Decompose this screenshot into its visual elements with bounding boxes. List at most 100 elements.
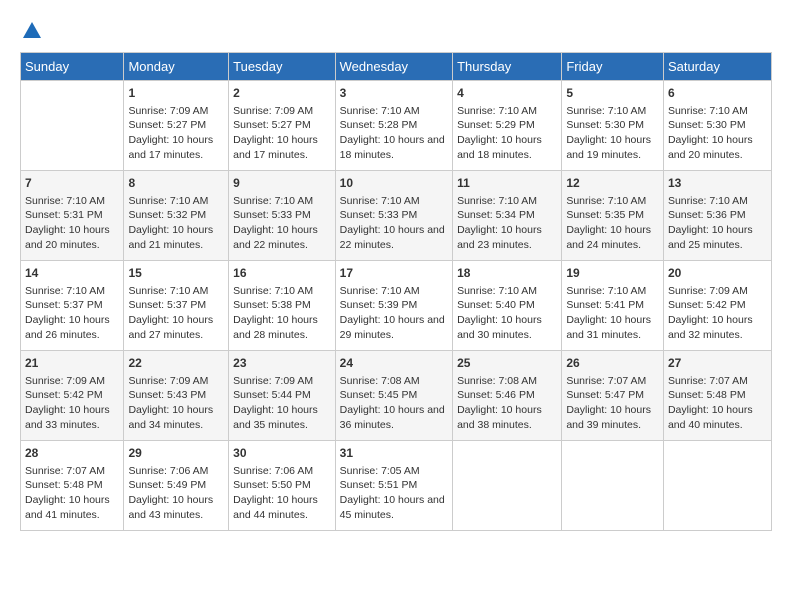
day-number: 5: [566, 85, 659, 102]
day-info: Sunrise: 7:10 AMSunset: 5:37 PMDaylight:…: [128, 284, 224, 343]
calendar-week-row: 21 Sunrise: 7:09 AMSunset: 5:42 PMDayligh…: [21, 351, 772, 441]
day-info: Sunrise: 7:07 AMSunset: 5:48 PMDaylight:…: [25, 464, 119, 523]
day-info: Sunrise: 7:09 AMSunset: 5:42 PMDaylight:…: [25, 374, 119, 433]
day-info: Sunrise: 7:09 AMSunset: 5:44 PMDaylight:…: [233, 374, 331, 433]
calendar-cell: 6 Sunrise: 7:10 AMSunset: 5:30 PMDaylight…: [663, 81, 771, 171]
day-info: Sunrise: 7:10 AMSunset: 5:30 PMDaylight:…: [566, 104, 659, 163]
day-info: Sunrise: 7:09 AMSunset: 5:27 PMDaylight:…: [233, 104, 331, 163]
day-number: 1: [128, 85, 224, 102]
day-number: 15: [128, 265, 224, 282]
calendar-cell: 16 Sunrise: 7:10 AMSunset: 5:38 PMDayligh…: [229, 261, 336, 351]
day-number: 26: [566, 355, 659, 372]
calendar-cell: 5 Sunrise: 7:10 AMSunset: 5:30 PMDaylight…: [562, 81, 664, 171]
day-info: Sunrise: 7:10 AMSunset: 5:31 PMDaylight:…: [25, 194, 119, 253]
calendar-table: SundayMondayTuesdayWednesdayThursdayFrid…: [20, 52, 772, 531]
day-info: Sunrise: 7:09 AMSunset: 5:43 PMDaylight:…: [128, 374, 224, 433]
column-header-tuesday: Tuesday: [229, 53, 336, 81]
day-number: 14: [25, 265, 119, 282]
day-info: Sunrise: 7:10 AMSunset: 5:36 PMDaylight:…: [668, 194, 767, 253]
calendar-cell: 25Sunrise: 7:08 AMSunset: 5:46 PMDayligh…: [453, 351, 562, 441]
day-info: Sunrise: 7:10 AMSunset: 5:38 PMDaylight:…: [233, 284, 331, 343]
day-number: 25: [457, 355, 557, 372]
calendar-cell: 23 Sunrise: 7:09 AMSunset: 5:44 PMDayligh…: [229, 351, 336, 441]
day-number: 12: [566, 175, 659, 192]
day-info: Sunrise: 7:10 AMSunset: 5:32 PMDaylight:…: [128, 194, 224, 253]
day-number: 21: [25, 355, 119, 372]
page-header: [20, 20, 772, 42]
day-info: Sunrise: 7:10 AMSunset: 5:39 PMDaylight:…: [340, 284, 448, 343]
calendar-week-row: 14 Sunrise: 7:10 AMSunset: 5:37 PMDayligh…: [21, 261, 772, 351]
calendar-cell: 10Sunrise: 7:10 AMSunset: 5:33 PMDayligh…: [335, 171, 452, 261]
calendar-week-row: 28 Sunrise: 7:07 AMSunset: 5:48 PMDayligh…: [21, 441, 772, 531]
day-info: Sunrise: 7:10 AMSunset: 5:34 PMDaylight:…: [457, 194, 557, 253]
calendar-cell: 15 Sunrise: 7:10 AMSunset: 5:37 PMDayligh…: [124, 261, 229, 351]
day-info: Sunrise: 7:08 AMSunset: 5:45 PMDaylight:…: [340, 374, 448, 433]
calendar-cell: 22Sunrise: 7:09 AMSunset: 5:43 PMDayligh…: [124, 351, 229, 441]
day-info: Sunrise: 7:05 AMSunset: 5:51 PMDaylight:…: [340, 464, 448, 523]
calendar-cell: 24 Sunrise: 7:08 AMSunset: 5:45 PMDayligh…: [335, 351, 452, 441]
day-info: Sunrise: 7:09 AMSunset: 5:27 PMDaylight:…: [128, 104, 224, 163]
day-number: 23: [233, 355, 331, 372]
calendar-header-row: SundayMondayTuesdayWednesdayThursdayFrid…: [21, 53, 772, 81]
column-header-sunday: Sunday: [21, 53, 124, 81]
day-number: 27: [668, 355, 767, 372]
day-number: 8: [128, 175, 224, 192]
calendar-cell: [453, 441, 562, 531]
calendar-cell: 28 Sunrise: 7:07 AMSunset: 5:48 PMDayligh…: [21, 441, 124, 531]
calendar-cell: 9Sunrise: 7:10 AMSunset: 5:33 PMDaylight…: [229, 171, 336, 261]
day-number: 6: [668, 85, 767, 102]
day-number: 20: [668, 265, 767, 282]
day-info: Sunrise: 7:10 AMSunset: 5:28 PMDaylight:…: [340, 104, 448, 163]
day-number: 4: [457, 85, 557, 102]
column-header-friday: Friday: [562, 53, 664, 81]
day-info: Sunrise: 7:10 AMSunset: 5:30 PMDaylight:…: [668, 104, 767, 163]
logo-icon: [21, 20, 43, 42]
calendar-cell: 1 Sunrise: 7:09 AMSunset: 5:27 PMDaylight…: [124, 81, 229, 171]
logo: [20, 20, 44, 42]
calendar-cell: 4 Sunrise: 7:10 AMSunset: 5:29 PMDaylight…: [453, 81, 562, 171]
column-header-monday: Monday: [124, 53, 229, 81]
calendar-cell: 8 Sunrise: 7:10 AMSunset: 5:32 PMDaylight…: [124, 171, 229, 261]
calendar-cell: [663, 441, 771, 531]
day-info: Sunrise: 7:06 AMSunset: 5:49 PMDaylight:…: [128, 464, 224, 523]
day-info: Sunrise: 7:09 AMSunset: 5:42 PMDaylight:…: [668, 284, 767, 343]
column-header-wednesday: Wednesday: [335, 53, 452, 81]
day-number: 13: [668, 175, 767, 192]
calendar-cell: 17 Sunrise: 7:10 AMSunset: 5:39 PMDayligh…: [335, 261, 452, 351]
calendar-cell: 30Sunrise: 7:06 AMSunset: 5:50 PMDayligh…: [229, 441, 336, 531]
calendar-cell: 12Sunrise: 7:10 AMSunset: 5:35 PMDayligh…: [562, 171, 664, 261]
day-number: 9: [233, 175, 331, 192]
calendar-cell: 26 Sunrise: 7:07 AMSunset: 5:47 PMDayligh…: [562, 351, 664, 441]
day-number: 29: [128, 445, 224, 462]
calendar-cell: 20 Sunrise: 7:09 AMSunset: 5:42 PMDayligh…: [663, 261, 771, 351]
calendar-cell: 14Sunrise: 7:10 AMSunset: 5:37 PMDayligh…: [21, 261, 124, 351]
day-number: 31: [340, 445, 448, 462]
day-number: 19: [566, 265, 659, 282]
day-info: Sunrise: 7:07 AMSunset: 5:47 PMDaylight:…: [566, 374, 659, 433]
day-number: 16: [233, 265, 331, 282]
calendar-cell: 2 Sunrise: 7:09 AMSunset: 5:27 PMDaylight…: [229, 81, 336, 171]
day-info: Sunrise: 7:10 AMSunset: 5:29 PMDaylight:…: [457, 104, 557, 163]
day-number: 3: [340, 85, 448, 102]
calendar-cell: [562, 441, 664, 531]
day-number: 2: [233, 85, 331, 102]
day-number: 11: [457, 175, 557, 192]
calendar-cell: 3 Sunrise: 7:10 AMSunset: 5:28 PMDaylight…: [335, 81, 452, 171]
calendar-cell: 21 Sunrise: 7:09 AMSunset: 5:42 PMDayligh…: [21, 351, 124, 441]
day-number: 18: [457, 265, 557, 282]
day-number: 7: [25, 175, 119, 192]
calendar-cell: 19Sunrise: 7:10 AMSunset: 5:41 PMDayligh…: [562, 261, 664, 351]
calendar-cell: [21, 81, 124, 171]
calendar-cell: 29 Sunrise: 7:06 AMSunset: 5:49 PMDayligh…: [124, 441, 229, 531]
day-number: 28: [25, 445, 119, 462]
calendar-cell: 11 Sunrise: 7:10 AMSunset: 5:34 PMDayligh…: [453, 171, 562, 261]
calendar-cell: 27Sunrise: 7:07 AMSunset: 5:48 PMDayligh…: [663, 351, 771, 441]
day-number: 24: [340, 355, 448, 372]
calendar-cell: 7 Sunrise: 7:10 AMSunset: 5:31 PMDaylight…: [21, 171, 124, 261]
day-number: 17: [340, 265, 448, 282]
day-number: 30: [233, 445, 331, 462]
column-header-saturday: Saturday: [663, 53, 771, 81]
day-info: Sunrise: 7:10 AMSunset: 5:40 PMDaylight:…: [457, 284, 557, 343]
calendar-week-row: 1 Sunrise: 7:09 AMSunset: 5:27 PMDaylight…: [21, 81, 772, 171]
calendar-cell: 13 Sunrise: 7:10 AMSunset: 5:36 PMDayligh…: [663, 171, 771, 261]
